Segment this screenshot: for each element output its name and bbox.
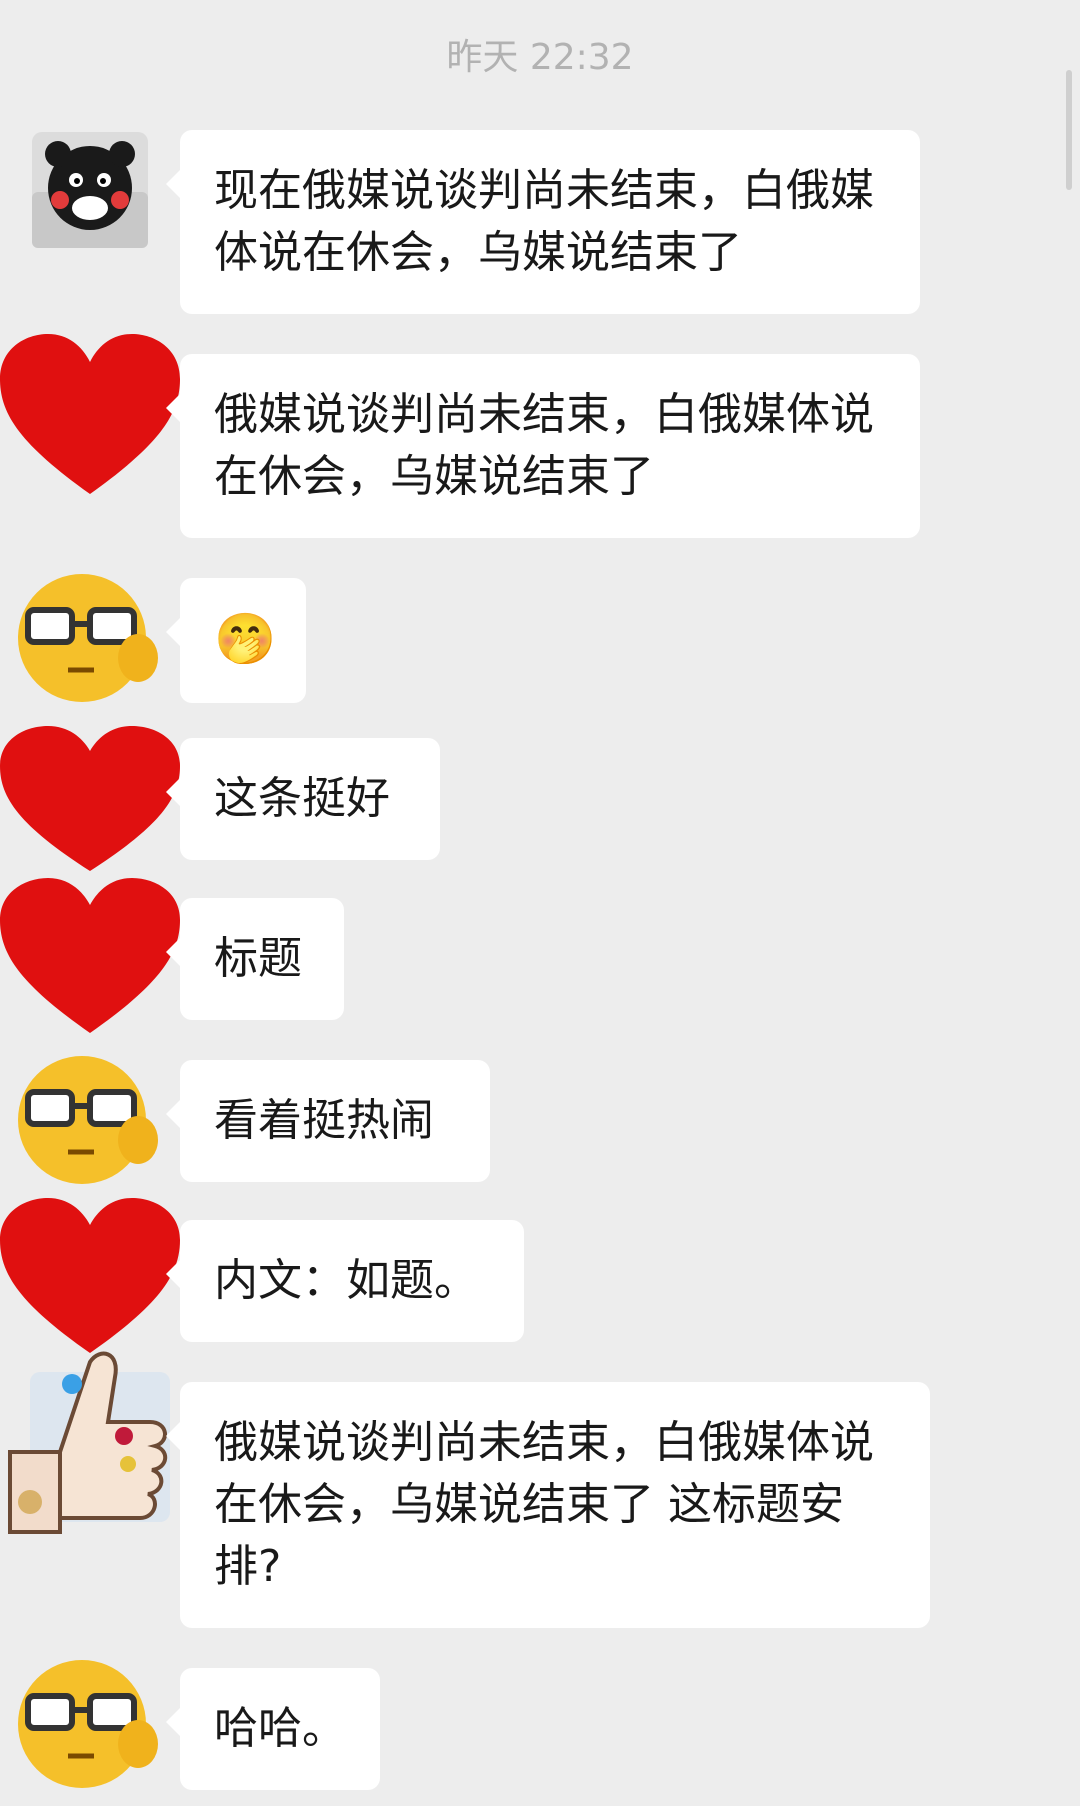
message-bubble[interactable]: 🤭: [166, 578, 306, 703]
thumbs-up-avatar[interactable]: [0, 1342, 175, 1542]
message-text: 看着挺热闹: [214, 1095, 434, 1146]
message-bubble[interactable]: 标题: [166, 898, 344, 1020]
message-bubble[interactable]: 哈哈。: [166, 1668, 380, 1790]
message-text: 内文：如题。: [214, 1255, 478, 1306]
bear-avatar[interactable]: [30, 130, 150, 250]
message-bubble[interactable]: 俄媒说谈判尚未结束，白俄媒体说在休会，乌媒说结束了: [166, 354, 920, 538]
glasses-emoji-avatar[interactable]: [10, 568, 160, 708]
message-bubble[interactable]: 内文：如题。: [166, 1220, 524, 1342]
message-text: 标题: [214, 933, 302, 984]
red-heart-avatar[interactable]: [0, 726, 180, 876]
message-text: 现在俄媒说谈判尚未结束，白俄媒体说在休会，乌媒说结束了: [214, 165, 874, 278]
chat-timestamp: 昨天 22:32: [446, 37, 634, 78]
red-heart-avatar[interactable]: [0, 878, 180, 1038]
message-text: 俄媒说谈判尚未结束，白俄媒体说在休会，乌媒说结束了: [214, 389, 874, 502]
message-text: 这条挺好: [214, 773, 390, 824]
message-bubble[interactable]: 现在俄媒说谈判尚未结束，白俄媒体说在休会，乌媒说结束了: [166, 130, 920, 314]
glasses-emoji-avatar[interactable]: [10, 1654, 160, 1794]
message-bubble[interactable]: 看着挺热闹: [166, 1060, 490, 1182]
red-heart-avatar[interactable]: [0, 1198, 180, 1358]
message-text: 俄媒说谈判尚未结束，白俄媒体说在休会，乌媒说结束了 这标题安排?: [214, 1417, 874, 1592]
message-text: 哈哈。: [214, 1703, 346, 1754]
glasses-emoji-avatar[interactable]: [10, 1050, 160, 1190]
message-bubble[interactable]: 俄媒说谈判尚未结束，白俄媒体说在休会，乌媒说结束了 这标题安排?: [166, 1382, 930, 1628]
message-bubble[interactable]: 这条挺好: [166, 738, 440, 860]
scrollbar[interactable]: [1066, 70, 1072, 190]
emoji-text: 🤭: [214, 610, 277, 668]
red-heart-avatar[interactable]: [0, 334, 180, 504]
